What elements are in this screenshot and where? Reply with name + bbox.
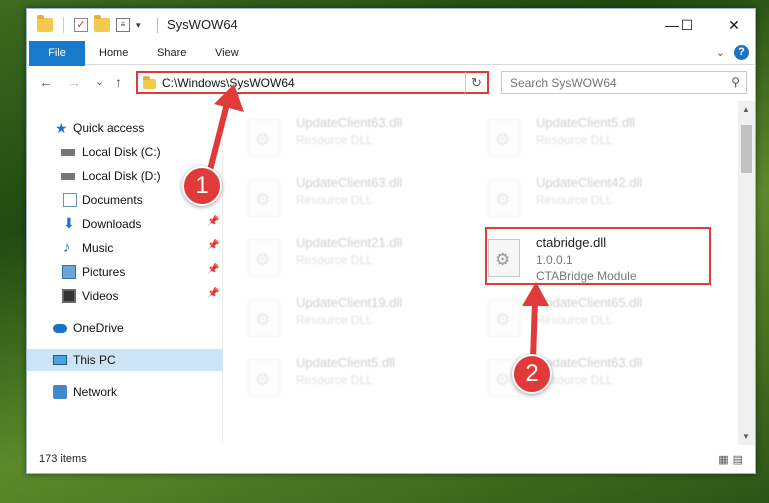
arrow-1 bbox=[205, 84, 244, 181]
step-1-badge: 1 bbox=[182, 166, 222, 206]
annotation-arrows bbox=[205, 84, 549, 363]
step-2-badge: 2 bbox=[512, 354, 552, 394]
arrow-2 bbox=[522, 282, 549, 363]
